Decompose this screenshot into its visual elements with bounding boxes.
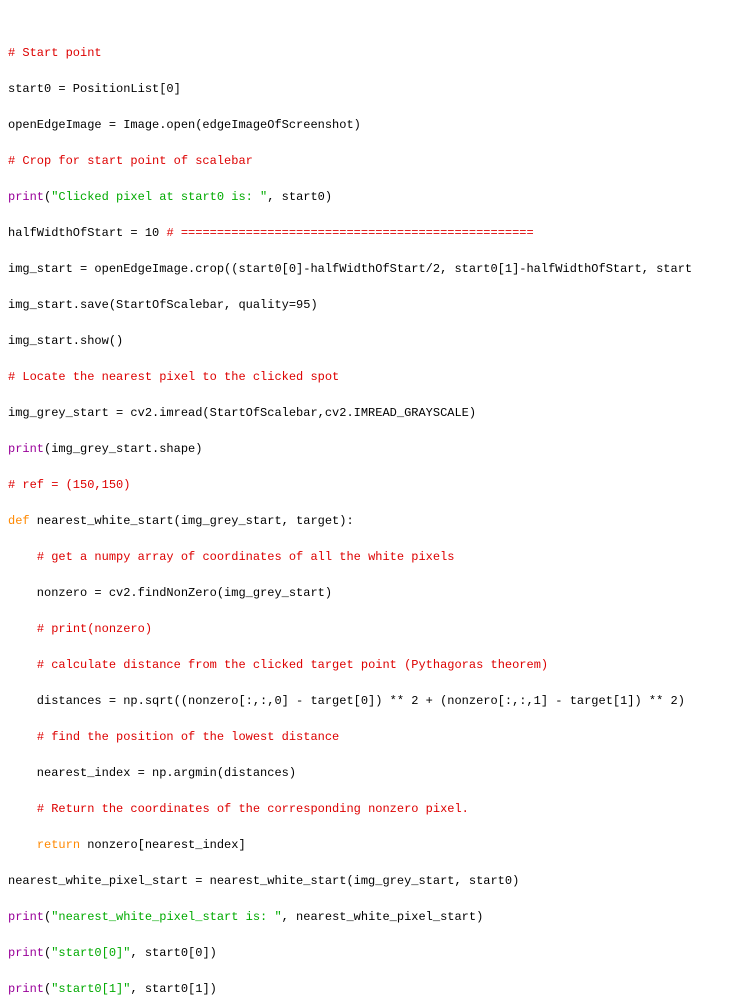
code: (img_grey_start.shape) xyxy=(44,442,202,456)
code-line-10: # Locate the nearest pixel to the clicke… xyxy=(8,368,756,386)
code: img_start.show() xyxy=(8,334,123,348)
comment: # print(nonzero) xyxy=(37,622,152,636)
code-line-9: img_start.show() xyxy=(8,332,756,350)
code: halfWidthOfStart = 10 xyxy=(8,226,166,240)
code-line-13: # ref = (150,150) xyxy=(8,476,756,494)
string: "start0[0]" xyxy=(51,946,130,960)
code-line-22: # Return the coordinates of the correspo… xyxy=(8,800,756,818)
code-line-18: # calculate distance from the clicked ta… xyxy=(8,656,756,674)
code: , start0[1]) xyxy=(130,982,216,996)
code-line-23: return nonzero[nearest_index] xyxy=(8,836,756,854)
builtin: print xyxy=(8,910,44,924)
code: nonzero = cv2.findNonZero(img_grey_start… xyxy=(8,586,332,600)
code: ( xyxy=(44,982,51,996)
comment: # Crop for start point of scalebar xyxy=(8,154,253,168)
code-line-25: print("nearest_white_pixel_start is: ", … xyxy=(8,908,756,926)
code-line-21: nearest_index = np.argmin(distances) xyxy=(8,764,756,782)
comment: # find the position of the lowest distan… xyxy=(37,730,339,744)
code: , start0) xyxy=(267,190,332,204)
code-line-15: # get a numpy array of coordinates of al… xyxy=(8,548,756,566)
string: "Clicked pixel at start0 is: " xyxy=(51,190,267,204)
code-line-2: start0 = PositionList[0] xyxy=(8,80,756,98)
code: img_start = openEdgeImage.crop((start0[0… xyxy=(8,262,692,276)
code-line-16: nonzero = cv2.findNonZero(img_grey_start… xyxy=(8,584,756,602)
builtin: print xyxy=(8,946,44,960)
comment: # Return the coordinates of the correspo… xyxy=(37,802,469,816)
code: img_grey_start = cv2.imread(StartOfScale… xyxy=(8,406,476,420)
comment: # ======================================… xyxy=(166,226,533,240)
keyword: def xyxy=(8,514,30,528)
code: nearest_index = np.argmin(distances) xyxy=(8,766,296,780)
code-line-6: halfWidthOfStart = 10 # ================… xyxy=(8,224,756,242)
code-line-24: nearest_white_pixel_start = nearest_whit… xyxy=(8,872,756,890)
code: nearest_white_pixel_start = nearest_whit… xyxy=(8,874,519,888)
code-line-7: img_start = openEdgeImage.crop((start0[0… xyxy=(8,260,756,278)
code: , start0[0]) xyxy=(130,946,216,960)
builtin: print xyxy=(8,190,44,204)
comment: # get a numpy array of coordinates of al… xyxy=(37,550,455,564)
code-line-26: print("start0[0]", start0[0]) xyxy=(8,944,756,962)
code-line-17: # print(nonzero) xyxy=(8,620,756,638)
code-line-20: # find the position of the lowest distan… xyxy=(8,728,756,746)
code-line-11: img_grey_start = cv2.imread(StartOfScale… xyxy=(8,404,756,422)
comment: # calculate distance from the clicked ta… xyxy=(37,658,548,672)
code-line-8: img_start.save(StartOfScalebar, quality=… xyxy=(8,296,756,314)
builtin: print xyxy=(8,982,44,996)
indent xyxy=(8,658,37,672)
code-line-1: # Start point xyxy=(8,44,756,62)
comment: # Start point xyxy=(8,46,102,60)
string: "start0[1]" xyxy=(51,982,130,996)
code: openEdgeImage = Image.open(edgeImageOfSc… xyxy=(8,118,361,132)
code: ( xyxy=(44,946,51,960)
indent xyxy=(8,730,37,744)
code-line-12: print(img_grey_start.shape) xyxy=(8,440,756,458)
code: start0 = PositionList[0] xyxy=(8,82,181,96)
code: distances = np.sqrt((nonzero[:,:,0] - ta… xyxy=(8,694,685,708)
code-line-5: print("Clicked pixel at start0 is: ", st… xyxy=(8,188,756,206)
string: "nearest_white_pixel_start is: " xyxy=(51,910,281,924)
code: nonzero[nearest_index] xyxy=(80,838,246,852)
code-line-4: # Crop for start point of scalebar xyxy=(8,152,756,170)
code-line-14: def nearest_white_start(img_grey_start, … xyxy=(8,512,756,530)
code-line-3: openEdgeImage = Image.open(edgeImageOfSc… xyxy=(8,116,756,134)
code: , nearest_white_pixel_start) xyxy=(282,910,484,924)
code: nearest_white_start(img_grey_start, targ… xyxy=(30,514,354,528)
indent xyxy=(8,802,37,816)
indent xyxy=(8,622,37,636)
code: img_start.save(StartOfScalebar, quality=… xyxy=(8,298,318,312)
builtin: print xyxy=(8,442,44,456)
comment: # Locate the nearest pixel to the clicke… xyxy=(8,370,339,384)
keyword: return xyxy=(37,838,80,852)
comment: # ref = (150,150) xyxy=(8,478,130,492)
indent xyxy=(8,838,37,852)
code-line-27: print("start0[1]", start0[1]) xyxy=(8,980,756,998)
indent xyxy=(8,550,37,564)
code: ( xyxy=(44,910,51,924)
code-line-19: distances = np.sqrt((nonzero[:,:,0] - ta… xyxy=(8,692,756,710)
